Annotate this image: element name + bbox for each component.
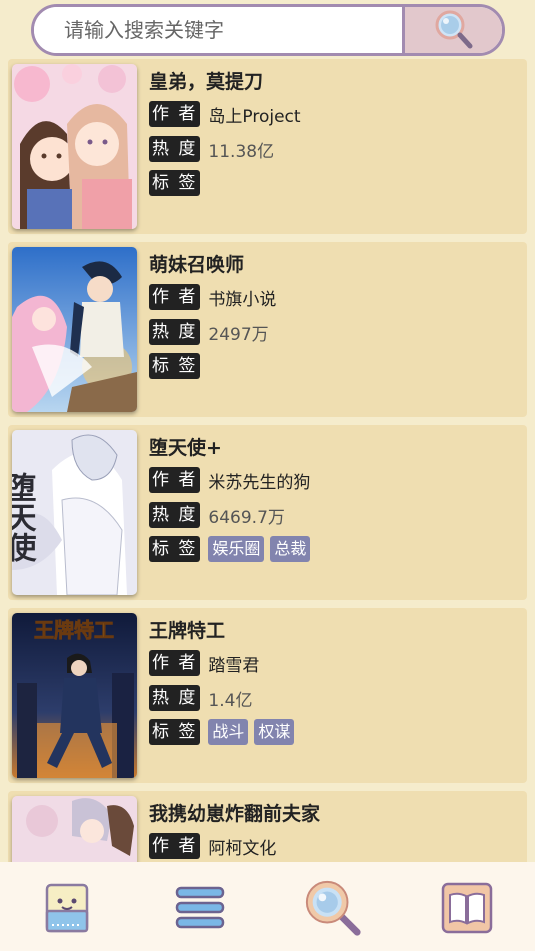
author-row: 作 者 书旗小说 bbox=[149, 284, 276, 310]
comic-title[interactable]: 王牌特工 bbox=[149, 616, 225, 643]
hot-row: 热 度 6469.7万 bbox=[149, 502, 285, 528]
hot-row: 热 度 1.4亿 bbox=[149, 685, 252, 711]
mascot-icon bbox=[45, 883, 89, 933]
comic-title[interactable]: 皇弟，莫提刀 bbox=[149, 67, 263, 94]
hot-row: 热 度 2497万 bbox=[149, 319, 269, 345]
magnifier-icon bbox=[435, 10, 472, 49]
hot-label: 热 度 bbox=[149, 319, 201, 345]
author-name: 踏雪君 bbox=[208, 655, 260, 676]
comic-cover[interactable] bbox=[12, 247, 137, 412]
tags-row: 标 签 战斗 权谋 bbox=[149, 719, 295, 745]
comic-card[interactable]: 我携幼崽炸翻前夫家 作 者 阿柯文化 bbox=[8, 791, 527, 862]
search-bar bbox=[31, 4, 505, 56]
tags-label: 标 签 bbox=[149, 170, 201, 196]
comic-list[interactable]: 皇弟，莫提刀 作 者 岛上Project 热 度 11.38亿 标 签 萌妹召唤… bbox=[0, 59, 535, 862]
author-row: 作 者 阿柯文化 bbox=[149, 833, 276, 859]
hot-row: 热 度 11.38亿 bbox=[149, 136, 274, 162]
cover-title-text: 堕天使 bbox=[12, 472, 38, 562]
tag-chip[interactable]: 权谋 bbox=[254, 719, 295, 745]
tags-row: 标 签 bbox=[149, 170, 201, 196]
tags-row: 标 签 bbox=[149, 353, 201, 379]
search-button[interactable] bbox=[402, 7, 502, 53]
author-label: 作 者 bbox=[149, 284, 201, 310]
tag-chip[interactable]: 总裁 bbox=[270, 536, 311, 562]
tag-chip[interactable]: 战斗 bbox=[208, 719, 249, 745]
comic-card[interactable]: 萌妹召唤师 作 者 书旗小说 热 度 2497万 标 签 bbox=[8, 242, 527, 417]
menu-list-icon bbox=[175, 886, 225, 929]
tag-chip[interactable]: 娱乐圈 bbox=[208, 536, 265, 562]
comic-cover[interactable] bbox=[12, 796, 137, 862]
author-name: 米苏先生的狗 bbox=[208, 472, 311, 493]
hot-value: 1.4亿 bbox=[208, 690, 253, 711]
search-input[interactable] bbox=[34, 7, 402, 53]
bottom-nav bbox=[0, 862, 535, 951]
hot-label: 热 度 bbox=[149, 136, 201, 162]
nav-bookshelf[interactable] bbox=[437, 878, 497, 938]
comic-cover[interactable]: 堕天使 bbox=[12, 430, 137, 595]
comic-title[interactable]: 堕天使+ bbox=[149, 433, 222, 460]
author-label: 作 者 bbox=[149, 101, 201, 127]
hot-value: 11.38亿 bbox=[208, 141, 275, 162]
author-row: 作 者 踏雪君 bbox=[149, 650, 259, 676]
book-icon bbox=[441, 882, 493, 934]
tags-row: 标 签 娱乐圈 总裁 bbox=[149, 536, 311, 562]
comic-card[interactable]: 皇弟，莫提刀 作 者 岛上Project 热 度 11.38亿 标 签 bbox=[8, 59, 527, 234]
nav-list[interactable] bbox=[170, 878, 230, 938]
comic-cover[interactable] bbox=[12, 64, 137, 229]
tags-label: 标 签 bbox=[149, 536, 201, 562]
hot-label: 热 度 bbox=[149, 685, 201, 711]
tags-label: 标 签 bbox=[149, 719, 201, 745]
nav-home[interactable] bbox=[37, 878, 97, 938]
comic-card[interactable]: 堕天使 堕天使+ 作 者 米苏先生的狗 热 度 6469.7万 标 签 娱乐圈 … bbox=[8, 425, 527, 600]
tags-label: 标 签 bbox=[149, 353, 201, 379]
author-name: 书旗小说 bbox=[208, 289, 277, 310]
cover-title-text: 王牌特工 bbox=[34, 618, 114, 642]
hot-label: 热 度 bbox=[149, 502, 201, 528]
comic-title[interactable]: 我携幼崽炸翻前夫家 bbox=[149, 799, 320, 826]
author-name: 岛上Project bbox=[208, 106, 301, 127]
author-name: 阿柯文化 bbox=[208, 838, 277, 859]
tag-list: 娱乐圈 总裁 bbox=[208, 536, 311, 562]
hot-value: 2497万 bbox=[208, 324, 269, 345]
comic-cover[interactable]: 王牌特工 bbox=[12, 613, 137, 778]
nav-search[interactable] bbox=[303, 878, 363, 938]
hot-value: 6469.7万 bbox=[208, 507, 285, 528]
tag-list: 战斗 权谋 bbox=[208, 719, 295, 745]
comic-title[interactable]: 萌妹召唤师 bbox=[149, 250, 244, 277]
author-label: 作 者 bbox=[149, 833, 201, 859]
author-label: 作 者 bbox=[149, 650, 201, 676]
comic-card[interactable]: 王牌特工 王牌特工 作 者 踏雪君 热 度 1.4亿 标 签 战斗 权谋 bbox=[8, 608, 527, 783]
author-row: 作 者 岛上Project bbox=[149, 101, 301, 127]
author-row: 作 者 米苏先生的狗 bbox=[149, 467, 310, 493]
search-magnifier-icon bbox=[305, 880, 361, 936]
author-label: 作 者 bbox=[149, 467, 201, 493]
